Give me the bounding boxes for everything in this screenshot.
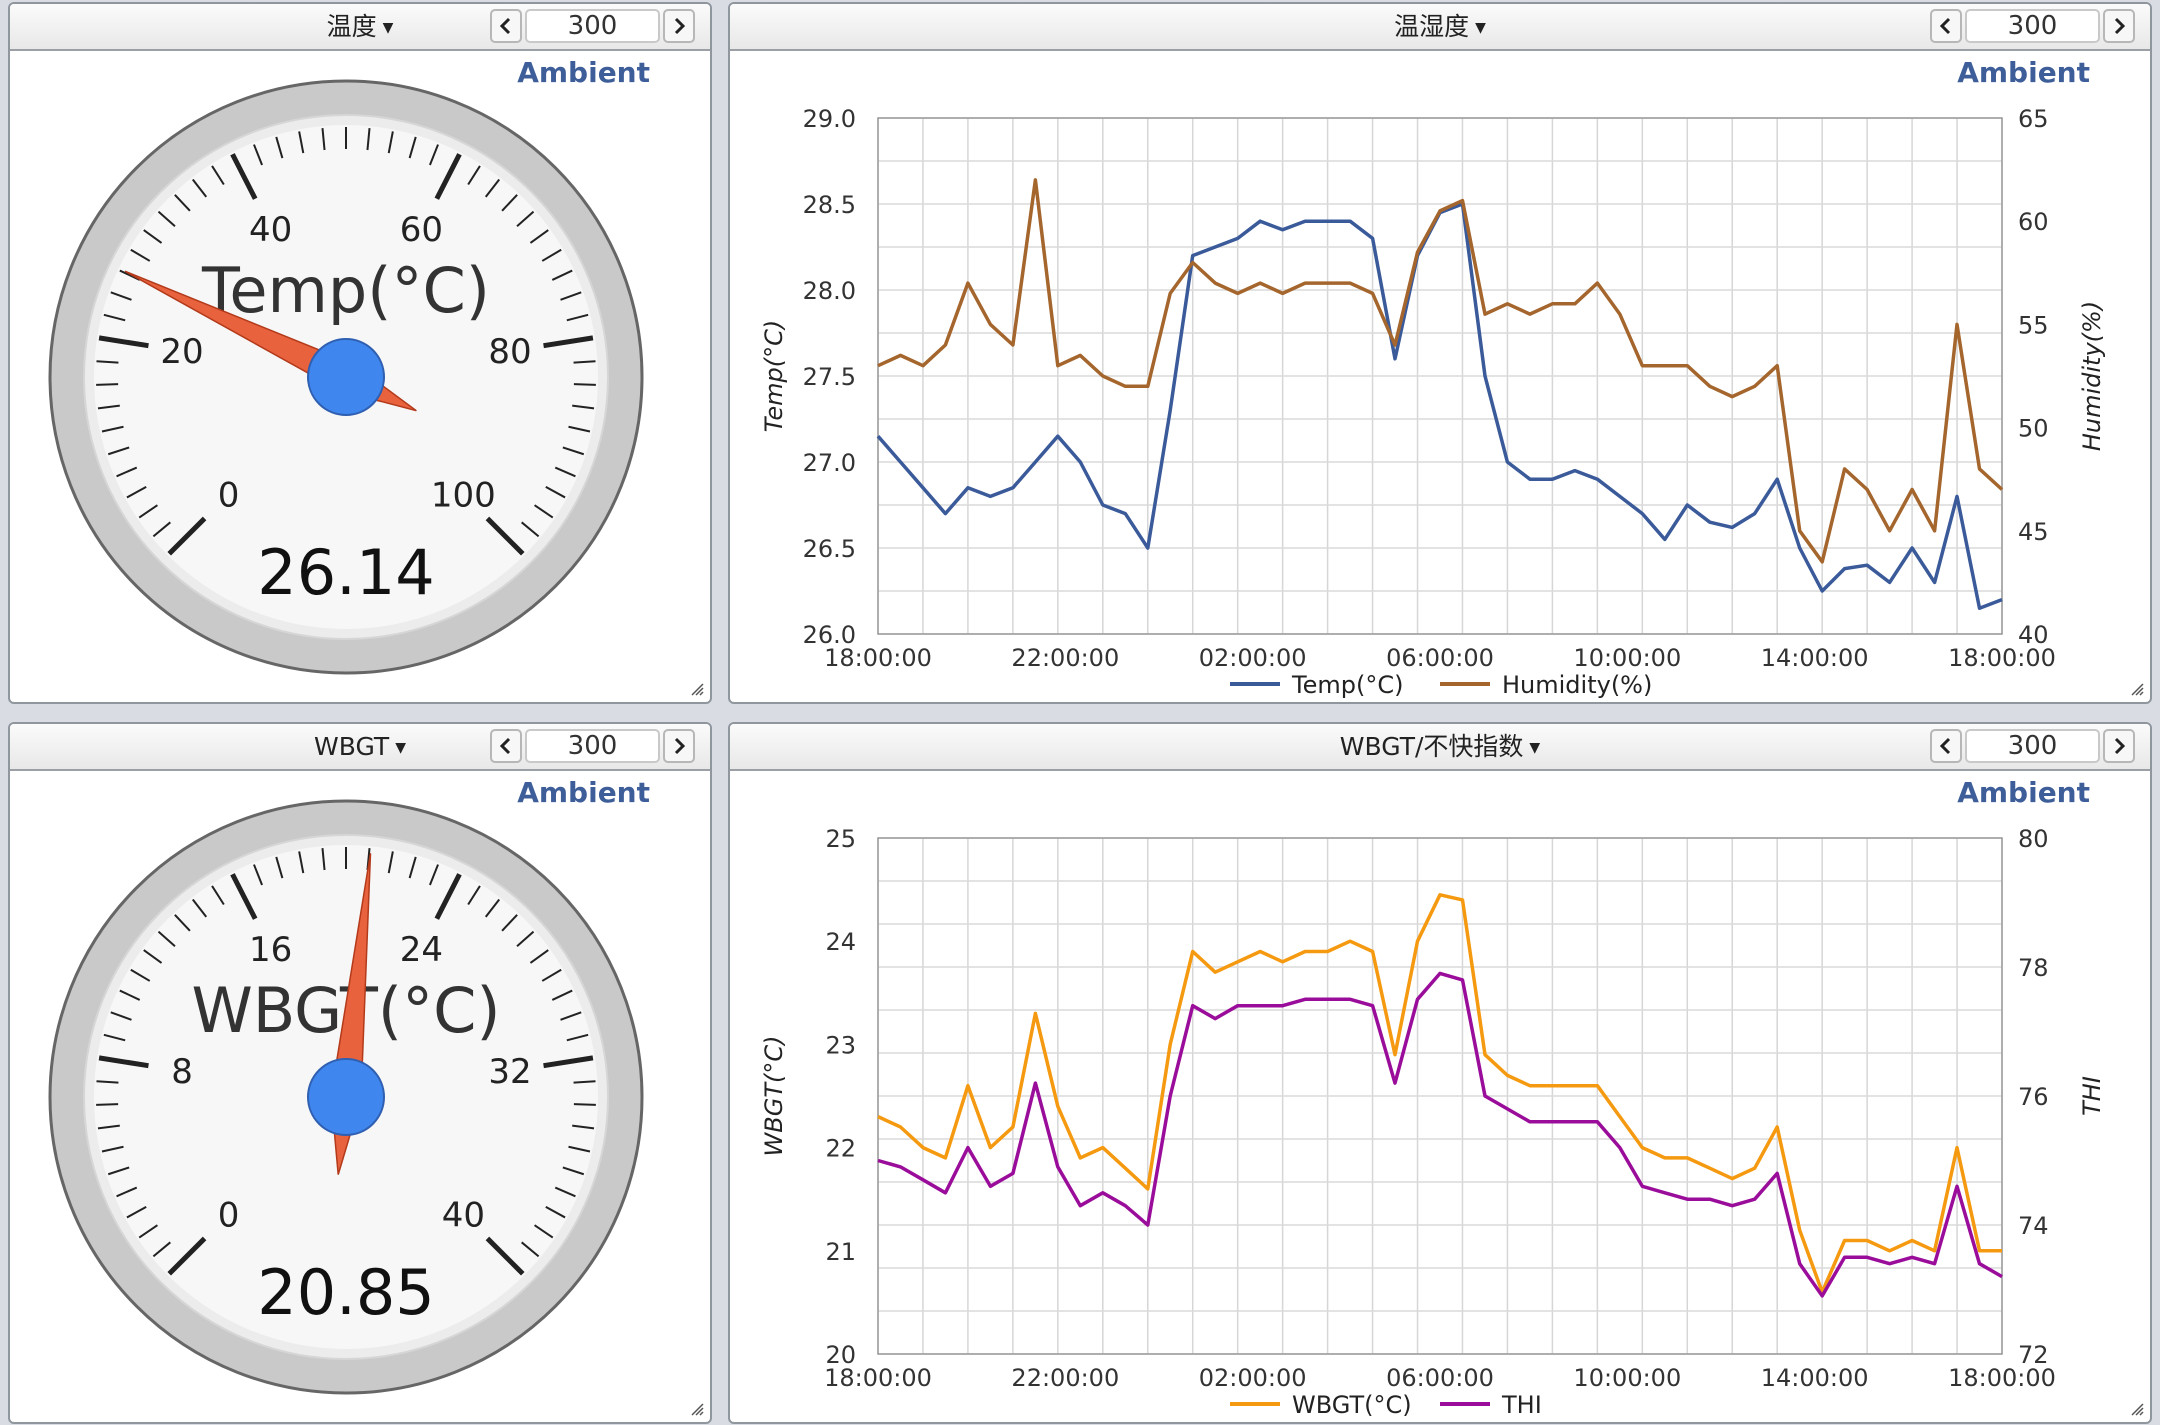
gauge-tick-label: 0 — [218, 1195, 240, 1235]
temp-gauge: 0 20 40 60 80 100 Temp(°C) 26.14 — [48, 79, 644, 675]
gauge-unit-label: Temp(°C) — [201, 254, 490, 327]
gauge-tick-label: 24 — [400, 930, 443, 970]
legend-label: WBGT(°C) — [1292, 1391, 1412, 1419]
y-tick-label: 21 — [825, 1238, 856, 1266]
gauge-tick-label: 80 — [488, 332, 531, 372]
y2-tick-label: 60 — [2018, 208, 2049, 236]
y-tick-label: 24 — [825, 928, 856, 956]
wbgt-thi-chart-panel: WBGT/不快指数▼ Ambient 202122232425727476788… — [728, 722, 2152, 1424]
gauge-tick-label: 8 — [171, 1052, 193, 1092]
y2-tick-label: 78 — [2018, 954, 2049, 982]
y-axis-title: Temp(°C) — [760, 320, 788, 433]
y2-tick-label: 65 — [2018, 105, 2049, 133]
y2-axis-title: THI — [2078, 1076, 2106, 1116]
x-tick-label: 18:00:00 — [824, 1364, 932, 1392]
y-tick-label: 25 — [825, 825, 856, 853]
gauge-minor-tick — [96, 1103, 119, 1106]
x-tick-label: 18:00:00 — [1948, 1364, 2056, 1392]
gauge-minor-tick — [573, 1103, 596, 1106]
temp-gauge-panel: 温度▼ Ambient 020406080100Temp(°C)26.14 — [8, 2, 712, 704]
y-tick-label: 22 — [825, 1135, 856, 1163]
x-tick-label: 14:00:00 — [1761, 644, 1869, 672]
y2-axis-title: Humidity(%) — [2078, 301, 2106, 451]
y-tick-label: 28.0 — [803, 277, 856, 305]
legend-label: THI — [1501, 1391, 1542, 1419]
gauge-tick-label: 20 — [160, 332, 203, 372]
series-line — [877, 971, 2003, 1298]
legend-label: Temp(°C) — [1291, 671, 1403, 699]
gauge-minor-tick — [573, 360, 596, 364]
gauge-minor-tick — [573, 1080, 596, 1084]
x-tick-label: 02:00:00 — [1199, 1364, 1307, 1392]
x-tick-label: 10:00:00 — [1573, 1364, 1681, 1392]
x-tick-label: 06:00:00 — [1386, 644, 1494, 672]
resize-handle-icon[interactable] — [2130, 682, 2144, 696]
y-tick-label: 27.5 — [803, 363, 856, 391]
gauge-tick-label: 40 — [442, 1195, 485, 1235]
gauge-hub — [307, 1058, 385, 1136]
resize-handle-icon[interactable] — [690, 1402, 704, 1416]
x-tick-label: 18:00:00 — [824, 644, 932, 672]
gauge-tick-label: 40 — [249, 210, 292, 250]
legend-label: Humidity(%) — [1502, 671, 1652, 699]
y-tick-label: 27.0 — [803, 449, 856, 477]
x-tick-label: 02:00:00 — [1199, 644, 1307, 672]
gauge-minor-tick — [96, 360, 119, 364]
wbgt-gauge: 0816243240WBGT(°C)20.85 — [48, 799, 644, 1395]
wbgt-gauge-panel: WBGT▼ Ambient 0816243240WBGT(°C)20.85 — [8, 722, 712, 1424]
y-axis-title: WBGT(°C) — [760, 1036, 788, 1157]
temp-humidity-line-chart: 26.026.527.027.528.028.529.0404550556065… — [760, 105, 2106, 699]
gauge-tick-label: 100 — [431, 475, 496, 515]
y2-tick-label: 55 — [2018, 311, 2049, 339]
y2-tick-label: 76 — [2018, 1083, 2049, 1111]
x-tick-label: 10:00:00 — [1573, 644, 1681, 672]
y2-tick-label: 80 — [2018, 825, 2049, 853]
gauge-value: 26.14 — [257, 536, 435, 609]
gauge-minor-tick — [96, 1080, 119, 1084]
resize-handle-icon[interactable] — [2130, 1402, 2144, 1416]
temp-humidity-chart-panel: 温湿度▼ Ambient 26.026.527.027.528.028.529.… — [728, 2, 2152, 704]
gauge-minor-tick — [573, 383, 596, 386]
gauge-tick-label: 60 — [400, 210, 443, 250]
y-tick-label: 26.5 — [803, 535, 856, 563]
wbgt-thi-line-chart: 202122232425727476788018:00:00 22:00:00 02… — [760, 825, 2106, 1419]
gauge-hub — [307, 338, 385, 416]
gauge-tick-label: 0 — [218, 475, 240, 515]
x-tick-label: 22:00:00 — [1011, 644, 1119, 672]
y-tick-label: 29.0 — [803, 105, 856, 133]
y2-tick-label: 74 — [2018, 1212, 2049, 1240]
y-tick-label: 28.5 — [803, 191, 856, 219]
y2-tick-label: 45 — [2018, 518, 2049, 546]
gauge-tick-label: 16 — [249, 930, 292, 970]
gauge-tick-label: 32 — [488, 1052, 531, 1092]
gauge-minor-tick — [96, 383, 119, 386]
x-tick-label: 18:00:00 — [1948, 644, 2056, 672]
x-tick-label: 14:00:00 — [1761, 1364, 1869, 1392]
series-line — [877, 893, 2002, 1294]
x-tick-label: 22:00:00 — [1011, 1364, 1119, 1392]
gauge-value: 20.85 — [257, 1256, 435, 1329]
x-tick-label: 06:00:00 — [1386, 1364, 1494, 1392]
y-tick-label: 23 — [825, 1031, 856, 1059]
y2-tick-label: 50 — [2018, 415, 2049, 443]
resize-handle-icon[interactable] — [690, 682, 704, 696]
